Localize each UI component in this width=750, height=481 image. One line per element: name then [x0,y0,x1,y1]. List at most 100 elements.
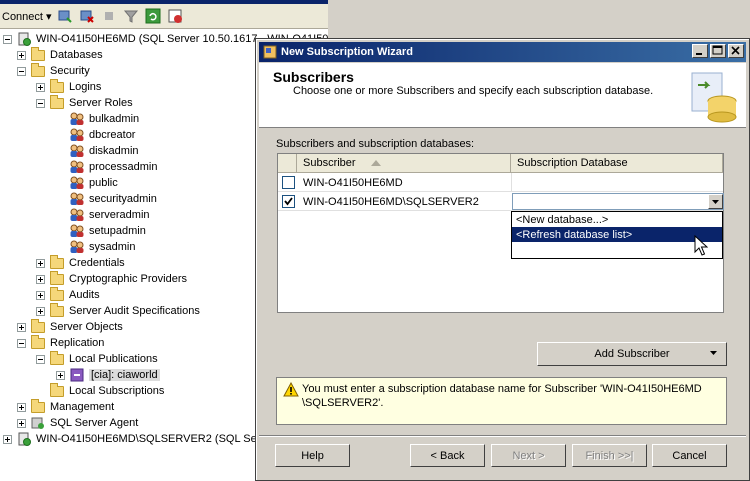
checkmark-icon [284,197,293,206]
tree-node[interactable]: processadmin [56,159,157,175]
wizard-title: New Subscription Wizard [281,46,413,58]
folder-icon [49,78,65,94]
connect-button[interactable]: Connect ▾ [0,10,52,23]
database-dropdown-list: <New database...> <Refresh database list… [511,211,723,259]
tree-node[interactable]: bulkadmin [56,111,139,127]
folder-icon [30,62,46,78]
refresh-icon[interactable] [144,7,162,25]
connect-object-icon[interactable] [56,7,74,25]
role-icon [69,176,85,190]
tree-node-label: diskadmin [89,145,139,157]
subscriber-checkbox[interactable] [282,176,295,189]
subscribers-list-label: Subscribers and subscription databases: [276,138,475,150]
expand-icon[interactable] [17,50,26,60]
button-separator [259,435,746,437]
role-icon [69,240,85,254]
tree-node[interactable]: Audits [36,286,100,303]
tree-node[interactable]: Replication [17,334,104,351]
folder-icon [30,46,46,62]
stop-icon[interactable] [100,7,118,25]
tree-node[interactable]: Cryptographic Providers [36,270,187,287]
tree-node[interactable]: [cia]: ciaworld [56,367,160,383]
expand-icon[interactable] [17,402,26,412]
object-explorer-toolbar: Connect ▾ [0,4,328,29]
minimize-button[interactable] [692,44,708,58]
subscriber-column-header[interactable]: Subscriber [297,154,511,173]
tree-node-label: sysadmin [89,241,136,253]
role-icon [69,112,85,126]
add-subscriber-button[interactable]: Add Subscriber [537,342,727,366]
tree-node[interactable]: WIN-O41I50HE6MD\SQLSERVER2 (SQL Server [3,431,276,447]
tree-node[interactable]: Local Publications [36,350,158,367]
finish-button[interactable]: Finish >>| [572,444,647,467]
tree-node[interactable]: SQL Server Agent [17,415,138,431]
tree-node[interactable]: sysadmin [56,239,135,255]
collapse-icon[interactable] [17,338,26,348]
collapse-icon[interactable] [36,354,45,364]
wizard-titlebar[interactable]: New Subscription Wizard [259,42,746,62]
tree-node-label: [cia]: ciaworld [89,369,160,381]
tree-node[interactable]: Management [17,398,114,415]
expand-icon[interactable] [36,306,45,316]
expand-icon[interactable] [56,370,65,380]
tree-node[interactable]: serveradmin [56,207,150,223]
tree-node[interactable]: Logins [36,78,102,95]
server-icon [16,32,32,46]
tree-node[interactable]: Server Audit Specifications [36,302,200,319]
tree-node[interactable]: dbcreator [56,127,135,143]
disconnect-icon[interactable] [78,7,96,25]
filter-icon[interactable] [122,7,140,25]
new-subscription-wizard-dialog: New Subscription Wizard Subscribers Choo… [255,38,750,481]
warning-text: You must enter a subscription database n… [302,383,702,409]
tree-node[interactable]: Databases [17,46,103,63]
next-button[interactable]: Next > [491,444,566,467]
tree-node[interactable]: diskadmin [56,143,139,159]
subscriber-checkbox[interactable] [282,195,295,208]
back-button[interactable]: < Back [410,444,485,467]
collapse-icon[interactable] [17,66,26,76]
cancel-button[interactable]: Cancel [652,444,727,467]
tree-node-label: Server Objects [50,321,123,333]
maximize-button[interactable] [710,44,726,58]
collapse-icon[interactable] [3,34,12,44]
row-checkbox-cell [278,173,297,192]
tree-node-label: serveradmin [89,209,150,221]
expand-icon[interactable] [36,274,45,284]
mouse-pointer-icon [694,235,708,256]
tree-node-label: Cryptographic Providers [69,273,187,285]
subscription-database-cell[interactable] [511,173,723,192]
expand-icon[interactable] [36,290,45,300]
collapse-icon[interactable] [36,98,45,108]
dropdown-button[interactable] [708,194,723,209]
tree-node-label: Logins [69,81,102,93]
expand-icon[interactable] [17,322,26,332]
option-refresh-database-list[interactable]: <Refresh database list> [512,227,722,242]
tree-node[interactable]: Credentials [36,254,125,271]
subscription-database-column-header[interactable]: Subscription Database [511,154,723,173]
folder-icon [30,318,46,334]
folder-icon [30,334,46,350]
tree-node-label: public [89,177,118,189]
close-button[interactable] [728,44,744,58]
expand-icon[interactable] [36,258,45,268]
expand-icon[interactable] [36,82,45,92]
option-new-database[interactable]: <New database...> [512,212,722,227]
expand-icon[interactable] [17,418,26,428]
tree-node-label: Databases [50,49,103,61]
tree-node[interactable]: public [56,175,118,191]
finish-button-label: Finish >>| [585,449,634,462]
tree-node[interactable]: Local Subscriptions [36,382,164,399]
subscription-database-combobox[interactable] [512,193,724,210]
subscriber-name: WIN-O41I50HE6MD [303,176,403,189]
expand-icon[interactable] [3,434,12,444]
tree-node[interactable]: setupadmin [56,223,146,239]
chevron-down-icon [710,351,717,355]
help-button[interactable]: Help [275,444,350,467]
activity-monitor-icon[interactable] [166,7,184,25]
tree-node[interactable]: Server Roles [36,94,133,111]
tree-node[interactable]: securityadmin [56,191,157,207]
tree-node[interactable]: Security [17,62,90,79]
tree-node-label: Server Audit Specifications [69,305,200,317]
subscription-wizard-banner-icon [691,72,737,123]
tree-node[interactable]: Server Objects [17,318,123,335]
